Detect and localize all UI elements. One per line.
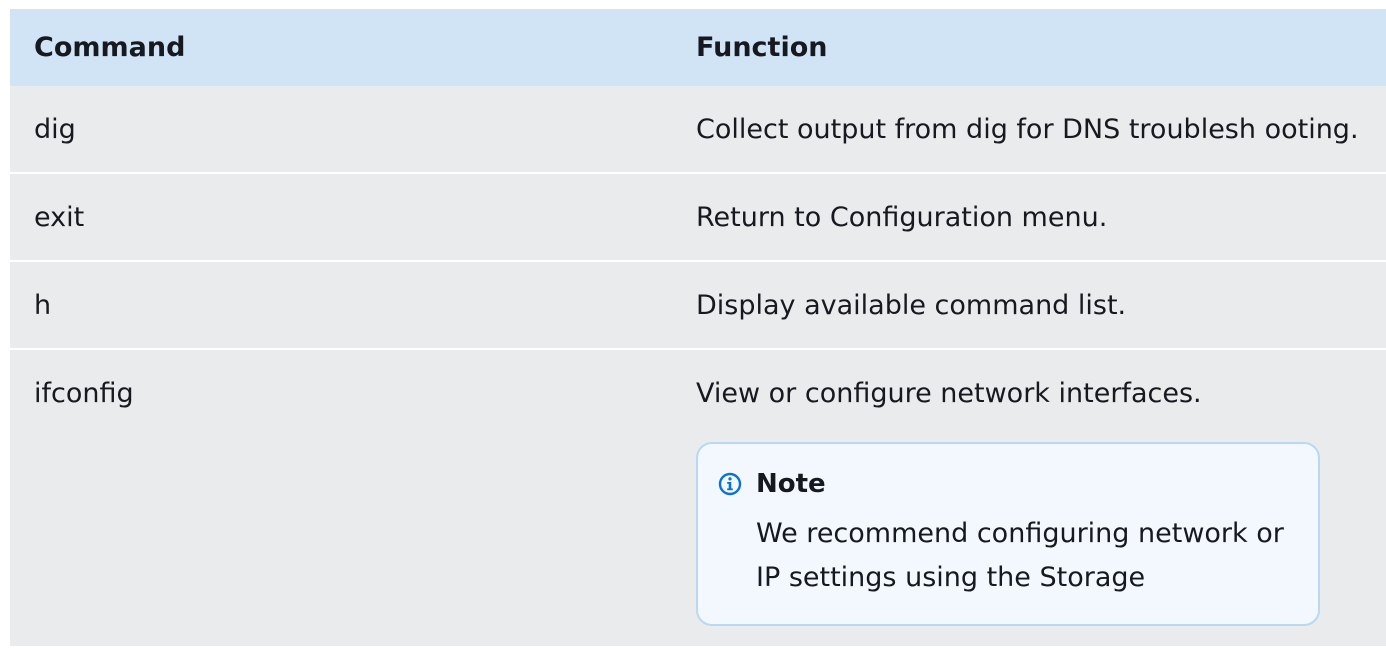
table-row: h Display available command list.: [10, 260, 1386, 349]
function-cell: View or configure network interfaces. No…: [671, 348, 1386, 646]
function-cell: Collect output from dig for DNS troubles…: [696, 114, 1359, 145]
function-cell: Display available command list.: [671, 260, 1386, 349]
table-row: exit Return to Configuration menu.: [10, 172, 1386, 261]
command-cell: h: [10, 260, 671, 349]
table-header-row: Command Function: [10, 9, 1386, 86]
command-cell: dig: [34, 114, 76, 145]
function-cell: Return to Configuration menu.: [671, 172, 1386, 261]
header-command: Command: [34, 32, 186, 63]
note-title: Note: [756, 469, 826, 499]
table-row: dig Collect output from dig for DNS trou…: [10, 86, 1386, 173]
command-table: Command Function dig Collect output from…: [10, 9, 1386, 646]
note-text: We recommend configuring network or IP s…: [756, 518, 1284, 593]
function-text: View or configure network interfaces.: [696, 378, 1202, 409]
info-icon: [718, 472, 742, 496]
command-table-region: Command Function dig Collect output from…: [10, 9, 1386, 659]
header-function: Function: [696, 32, 828, 63]
note-header: Note: [718, 462, 1296, 506]
command-cell: exit: [10, 172, 671, 261]
command-cell: ifconfig: [10, 348, 671, 646]
note-callout: Note We recommend configuring network or…: [696, 442, 1320, 626]
table-row: ifconfig View or configure network inter…: [10, 348, 1386, 646]
